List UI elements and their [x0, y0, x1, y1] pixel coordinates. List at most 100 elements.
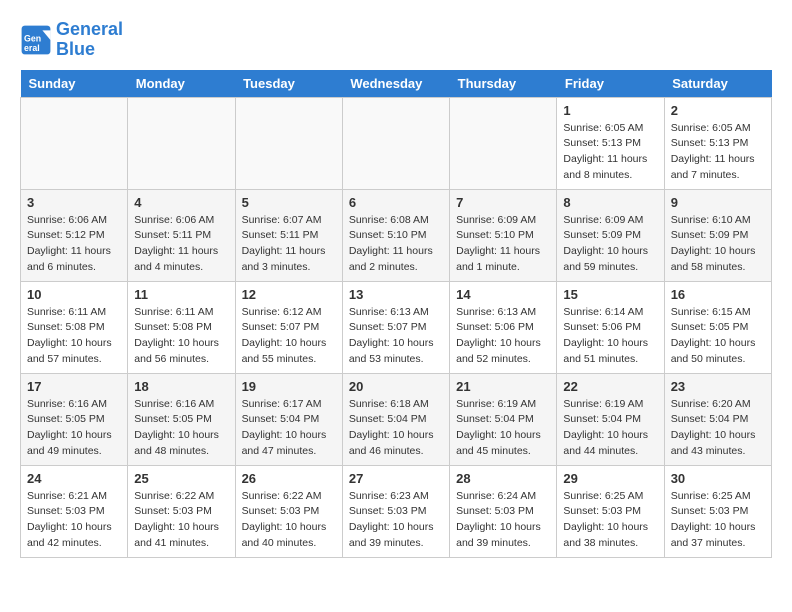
- day-detail: Sunrise: 6:09 AMSunset: 5:09 PMDaylight:…: [563, 213, 657, 276]
- day-cell-25: 25 Sunrise: 6:22 AMSunset: 5:03 PMDayligh…: [128, 465, 235, 557]
- day-cell-21: 21 Sunrise: 6:19 AMSunset: 5:04 PMDayligh…: [450, 373, 557, 465]
- day-detail: Sunrise: 6:18 AMSunset: 5:04 PMDaylight:…: [349, 397, 443, 460]
- day-detail: Sunrise: 6:22 AMSunset: 5:03 PMDaylight:…: [134, 489, 228, 552]
- day-cell-24: 24 Sunrise: 6:21 AMSunset: 5:03 PMDayligh…: [21, 465, 128, 557]
- day-cell-16: 16Sunrise: 6:15 AMSunset: 5:05 PMDayligh…: [664, 281, 771, 373]
- day-number: 28: [456, 471, 550, 486]
- day-cell-12: 12 Sunrise: 6:12 AMSunset: 5:07 PMDayligh…: [235, 281, 342, 373]
- day-cell-20: 20 Sunrise: 6:18 AMSunset: 5:04 PMDayligh…: [342, 373, 449, 465]
- day-cell-9: 9 Sunrise: 6:10 AMSunset: 5:09 PMDaylight…: [664, 189, 771, 281]
- day-number: 12: [242, 287, 336, 302]
- day-number: 27: [349, 471, 443, 486]
- day-detail: Sunrise: 6:23 AMSunset: 5:03 PMDaylight:…: [349, 489, 443, 552]
- day-detail: Sunrise: 6:06 AMSunset: 5:11 PMDaylight:…: [134, 213, 228, 276]
- day-cell-8: 8 Sunrise: 6:09 AMSunset: 5:09 PMDaylight…: [557, 189, 664, 281]
- day-detail: Sunrise: 6:16 AMSunset: 5:05 PMDaylight:…: [27, 397, 121, 460]
- day-number: 25: [134, 471, 228, 486]
- calendar-week-1: 1 Sunrise: 6:05 AMSunset: 5:13 PMDaylight…: [21, 97, 772, 189]
- day-number: 26: [242, 471, 336, 486]
- calendar-week-5: 24 Sunrise: 6:21 AMSunset: 5:03 PMDayligh…: [21, 465, 772, 557]
- logo-icon: Gen eral: [20, 24, 52, 56]
- day-detail: Sunrise: 6:19 AMSunset: 5:04 PMDaylight:…: [456, 397, 550, 460]
- day-header-sunday: Sunday: [21, 70, 128, 98]
- header: Gen eral General Blue: [20, 20, 772, 60]
- svg-text:eral: eral: [24, 43, 40, 53]
- day-detail: Sunrise: 6:19 AMSunset: 5:04 PMDaylight:…: [563, 397, 657, 460]
- logo: Gen eral General Blue: [20, 20, 123, 60]
- day-header-saturday: Saturday: [664, 70, 771, 98]
- day-detail: Sunrise: 6:15 AMSunset: 5:05 PMDaylight:…: [671, 305, 765, 368]
- day-number: 2: [671, 103, 765, 118]
- day-number: 29: [563, 471, 657, 486]
- day-number: 3: [27, 195, 121, 210]
- day-detail: Sunrise: 6:22 AMSunset: 5:03 PMDaylight:…: [242, 489, 336, 552]
- svg-text:Gen: Gen: [24, 33, 41, 43]
- day-cell-4: 4 Sunrise: 6:06 AMSunset: 5:11 PMDaylight…: [128, 189, 235, 281]
- day-number: 9: [671, 195, 765, 210]
- empty-cell: [128, 97, 235, 189]
- day-number: 17: [27, 379, 121, 394]
- day-number: 8: [563, 195, 657, 210]
- day-header-thursday: Thursday: [450, 70, 557, 98]
- day-detail: Sunrise: 6:05 AMSunset: 5:13 PMDaylight:…: [671, 121, 765, 184]
- header-row: SundayMondayTuesdayWednesdayThursdayFrid…: [21, 70, 772, 98]
- day-detail: Sunrise: 6:11 AMSunset: 5:08 PMDaylight:…: [134, 305, 228, 368]
- day-cell-30: 30 Sunrise: 6:25 AMSunset: 5:03 PMDayligh…: [664, 465, 771, 557]
- day-number: 13: [349, 287, 443, 302]
- day-cell-26: 26 Sunrise: 6:22 AMSunset: 5:03 PMDayligh…: [235, 465, 342, 557]
- day-cell-6: 6 Sunrise: 6:08 AMSunset: 5:10 PMDaylight…: [342, 189, 449, 281]
- day-cell-1: 1Sunrise: 6:05 AMSunset: 5:13 PMDaylight…: [557, 97, 664, 189]
- day-number: 6: [349, 195, 443, 210]
- day-detail: Sunrise: 6:12 AMSunset: 5:07 PMDaylight:…: [242, 305, 336, 368]
- day-cell-3: 3 Sunrise: 6:06 AMSunset: 5:12 PMDaylight…: [21, 189, 128, 281]
- day-detail: Sunrise: 6:24 AMSunset: 5:03 PMDaylight:…: [456, 489, 550, 552]
- day-header-monday: Monday: [128, 70, 235, 98]
- logo-text: General Blue: [56, 20, 123, 60]
- day-cell-29: 29Sunrise: 6:25 AMSunset: 5:03 PMDayligh…: [557, 465, 664, 557]
- day-number: 21: [456, 379, 550, 394]
- day-detail: Sunrise: 6:10 AMSunset: 5:09 PMDaylight:…: [671, 213, 765, 276]
- day-number: 10: [27, 287, 121, 302]
- day-detail: Sunrise: 6:06 AMSunset: 5:12 PMDaylight:…: [27, 213, 121, 276]
- day-number: 4: [134, 195, 228, 210]
- day-detail: Sunrise: 6:13 AMSunset: 5:07 PMDaylight:…: [349, 305, 443, 368]
- day-number: 24: [27, 471, 121, 486]
- day-number: 15: [563, 287, 657, 302]
- day-cell-27: 27 Sunrise: 6:23 AMSunset: 5:03 PMDayligh…: [342, 465, 449, 557]
- day-detail: Sunrise: 6:08 AMSunset: 5:10 PMDaylight:…: [349, 213, 443, 276]
- day-detail: Sunrise: 6:16 AMSunset: 5:05 PMDaylight:…: [134, 397, 228, 460]
- day-number: 7: [456, 195, 550, 210]
- day-detail: Sunrise: 6:21 AMSunset: 5:03 PMDaylight:…: [27, 489, 121, 552]
- day-number: 19: [242, 379, 336, 394]
- empty-cell: [450, 97, 557, 189]
- day-detail: Sunrise: 6:20 AMSunset: 5:04 PMDaylight:…: [671, 397, 765, 460]
- day-cell-7: 7Sunrise: 6:09 AMSunset: 5:10 PMDaylight…: [450, 189, 557, 281]
- empty-cell: [235, 97, 342, 189]
- day-header-friday: Friday: [557, 70, 664, 98]
- day-cell-13: 13 Sunrise: 6:13 AMSunset: 5:07 PMDayligh…: [342, 281, 449, 373]
- calendar-week-2: 3 Sunrise: 6:06 AMSunset: 5:12 PMDaylight…: [21, 189, 772, 281]
- day-detail: Sunrise: 6:07 AMSunset: 5:11 PMDaylight:…: [242, 213, 336, 276]
- day-header-wednesday: Wednesday: [342, 70, 449, 98]
- calendar-table: SundayMondayTuesdayWednesdayThursdayFrid…: [20, 70, 772, 558]
- day-number: 1: [563, 103, 657, 118]
- day-cell-18: 18Sunrise: 6:16 AMSunset: 5:05 PMDayligh…: [128, 373, 235, 465]
- day-number: 5: [242, 195, 336, 210]
- day-number: 23: [671, 379, 765, 394]
- day-detail: Sunrise: 6:17 AMSunset: 5:04 PMDaylight:…: [242, 397, 336, 460]
- day-cell-28: 28 Sunrise: 6:24 AMSunset: 5:03 PMDayligh…: [450, 465, 557, 557]
- day-cell-5: 5 Sunrise: 6:07 AMSunset: 5:11 PMDaylight…: [235, 189, 342, 281]
- day-detail: Sunrise: 6:13 AMSunset: 5:06 PMDaylight:…: [456, 305, 550, 368]
- empty-cell: [342, 97, 449, 189]
- day-number: 14: [456, 287, 550, 302]
- day-number: 22: [563, 379, 657, 394]
- day-detail: Sunrise: 6:25 AMSunset: 5:03 PMDaylight:…: [671, 489, 765, 552]
- day-number: 20: [349, 379, 443, 394]
- day-cell-14: 14 Sunrise: 6:13 AMSunset: 5:06 PMDayligh…: [450, 281, 557, 373]
- day-number: 11: [134, 287, 228, 302]
- day-cell-11: 11 Sunrise: 6:11 AMSunset: 5:08 PMDayligh…: [128, 281, 235, 373]
- day-number: 30: [671, 471, 765, 486]
- day-cell-17: 17 Sunrise: 6:16 AMSunset: 5:05 PMDayligh…: [21, 373, 128, 465]
- calendar-week-3: 10 Sunrise: 6:11 AMSunset: 5:08 PMDayligh…: [21, 281, 772, 373]
- day-cell-19: 19 Sunrise: 6:17 AMSunset: 5:04 PMDayligh…: [235, 373, 342, 465]
